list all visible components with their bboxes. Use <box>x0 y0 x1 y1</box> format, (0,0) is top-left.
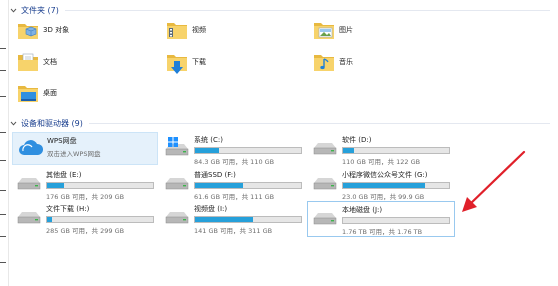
drive-name: 软件 (D:) <box>342 136 372 144</box>
music-folder-icon <box>313 51 335 73</box>
documents-folder-icon <box>17 51 39 73</box>
folder-label: 文档 <box>43 58 57 66</box>
drive-usage-bar <box>46 182 154 189</box>
drive-free-space: 61.6 GB 可用，共 111 GB <box>194 193 275 201</box>
drive-icon <box>312 171 338 193</box>
drive-name: 文件下载 (H:) <box>46 205 90 213</box>
folders-group-title: 文件夹 (7) <box>21 6 59 15</box>
cloud-icon <box>17 137 44 159</box>
chevron-down-icon[interactable] <box>10 120 17 127</box>
drive-free-space: 141 GB 可用，共 311 GB <box>194 227 273 235</box>
drive-name: WPS网盘 <box>47 137 77 145</box>
downloads-folder-icon <box>166 51 188 74</box>
drive-usage-bar <box>194 182 302 189</box>
drive-item-g[interactable]: 小程序微信公众号文件 (G:) 23.0 GB 可用，共 99.9 GB <box>308 167 456 201</box>
drive-free-space: 110 GB 可用，共 122 GB <box>342 158 421 166</box>
windows-drive-icon <box>164 136 190 158</box>
folder-item-music[interactable]: 音乐 <box>313 51 353 73</box>
pictures-folder-icon <box>313 19 335 41</box>
drive-free-space: 1.76 TB 可用，共 1.76 TB <box>342 228 423 236</box>
folder-item-pictures[interactable]: 图片 <box>313 19 353 41</box>
drive-item-i[interactable]: 视频盘 (I:) 141 GB 可用，共 311 GB <box>160 201 302 235</box>
drive-name: 视频盘 (I:) <box>194 205 228 213</box>
drive-icon <box>312 206 338 228</box>
drive-item-h[interactable]: 文件下载 (H:) 285 GB 可用，共 299 GB <box>12 201 154 235</box>
drive-icon <box>164 205 190 227</box>
devices-group-title: 设备和驱动器 (9) <box>21 119 83 128</box>
folder-item-desktop[interactable]: 桌面 <box>17 82 57 104</box>
drive-usage-bar <box>46 216 154 223</box>
desktop-folder-icon <box>17 82 39 104</box>
drive-usage-bar <box>194 147 302 154</box>
drive-subtitle: 双击进入WPS网盘 <box>47 150 101 158</box>
drive-item-e[interactable]: 其他盘 (E:) 176 GB 可用，共 209 GB <box>12 167 154 201</box>
drive-free-space: 23.0 GB 可用，共 99.9 GB <box>342 193 425 201</box>
drive-usage-bar <box>194 216 302 223</box>
annotation-arrow-icon <box>462 150 526 212</box>
drive-item-f[interactable]: 普通SSD (F:) 61.6 GB 可用，共 111 GB <box>160 167 302 201</box>
3d-objects-folder-icon <box>17 19 39 41</box>
drive-item-wps-cloud[interactable]: WPS网盘 双击进入WPS网盘 <box>12 132 158 165</box>
drive-icon <box>16 171 42 193</box>
drive-usage-bar <box>342 182 450 189</box>
folder-label: 图片 <box>339 26 353 34</box>
folder-item-downloads[interactable]: 下载 <box>166 51 206 74</box>
drive-free-space: 84.3 GB 可用，共 110 GB <box>194 158 275 166</box>
folder-item-videos[interactable]: 视频 <box>166 19 206 41</box>
devices-group-header[interactable]: 设备和驱动器 (9) <box>10 118 550 129</box>
drive-name: 小程序微信公众号文件 (G:) <box>342 171 428 179</box>
folder-label: 3D 对象 <box>43 26 70 34</box>
folder-item-documents[interactable]: 文档 <box>17 51 57 73</box>
drive-name: 其他盘 (E:) <box>46 171 82 179</box>
drive-free-space: 176 GB 可用，共 209 GB <box>46 193 125 201</box>
group-divider <box>64 10 550 11</box>
drive-name: 系统 (C:) <box>194 136 223 144</box>
folder-label: 视频 <box>192 26 206 34</box>
chevron-down-icon[interactable] <box>10 7 17 14</box>
folder-label: 下载 <box>192 58 206 66</box>
drive-item-d[interactable]: 软件 (D:) 110 GB 可用，共 122 GB <box>308 132 450 166</box>
drive-usage-bar <box>342 147 450 154</box>
drive-name: 本地磁盘 (J:) <box>342 206 383 214</box>
drive-usage-bar <box>342 217 450 224</box>
drive-icon <box>16 205 42 227</box>
group-divider <box>88 123 550 124</box>
drive-icon <box>164 171 190 193</box>
drive-item-j[interactable]: 本地磁盘 (J:) 1.76 TB 可用，共 1.76 TB <box>307 201 455 237</box>
drive-icon <box>312 136 338 158</box>
drive-item-c[interactable]: 系统 (C:) 84.3 GB 可用，共 110 GB <box>160 132 302 166</box>
navigation-pane-edge <box>0 0 9 286</box>
videos-folder-icon <box>166 19 188 41</box>
folder-label: 桌面 <box>43 89 57 97</box>
folder-item-3d-objects[interactable]: 3D 对象 <box>17 19 69 41</box>
folders-group-header[interactable]: 文件夹 (7) <box>10 5 550 16</box>
drive-name: 普通SSD (F:) <box>194 171 236 179</box>
drive-free-space: 285 GB 可用，共 299 GB <box>46 227 125 235</box>
folder-label: 音乐 <box>339 58 353 66</box>
